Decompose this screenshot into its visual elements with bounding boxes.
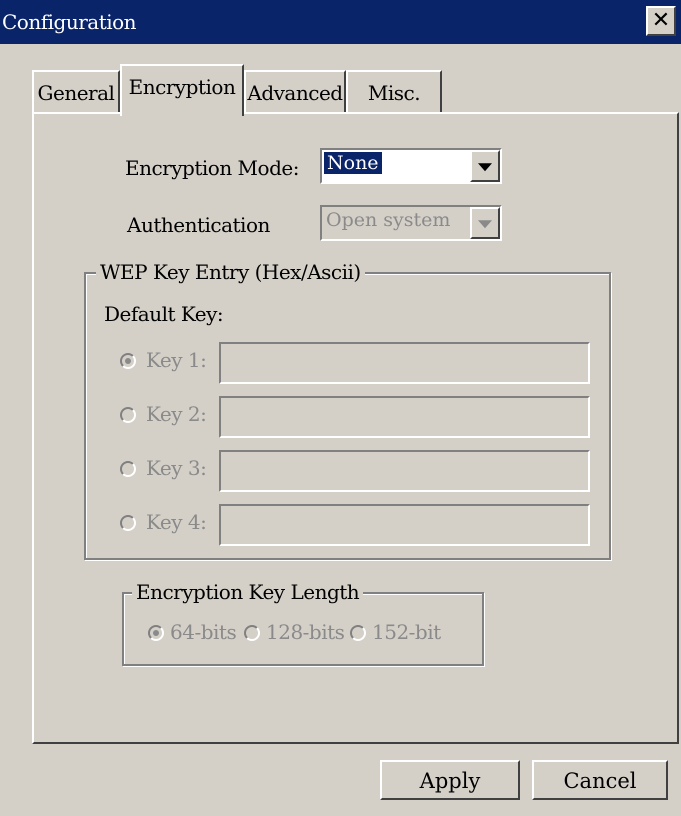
chevron-down-icon	[478, 163, 492, 172]
key-1-label: Key 1:	[146, 348, 207, 372]
tab-encryption[interactable]: Encryption	[120, 64, 244, 116]
key-4-field[interactable]	[219, 504, 590, 546]
close-icon: ✕	[651, 8, 671, 33]
key-length-128-label: 128-bits	[266, 620, 345, 644]
encryption-panel: Encryption Mode: None Authentication Ope…	[32, 112, 679, 744]
authentication-value: Open system	[326, 209, 451, 231]
dropdown-button[interactable]	[470, 150, 500, 182]
key-length-64-radio[interactable]	[148, 625, 164, 641]
key-length-152-radio[interactable]	[350, 625, 366, 641]
tab-label: General	[37, 81, 115, 105]
key-4-radio[interactable]	[120, 515, 136, 531]
encryption-mode-select[interactable]: None	[320, 148, 502, 184]
default-key-label: Default Key:	[104, 302, 224, 326]
key-3-radio[interactable]	[120, 461, 136, 477]
cancel-label: Cancel	[563, 769, 637, 793]
key-2-field[interactable]	[219, 396, 590, 438]
dropdown-button[interactable]	[470, 207, 500, 239]
key-2-label: Key 2:	[146, 402, 207, 426]
title-bar: Configuration ✕	[0, 0, 681, 44]
authentication-select[interactable]: Open system	[320, 205, 502, 241]
authentication-label: Authentication	[127, 213, 270, 237]
key-length-128-radio[interactable]	[244, 625, 260, 641]
key-1-field[interactable]	[219, 342, 590, 384]
wep-key-entry-group: WEP Key Entry (Hex/Ascii) Default Key: K…	[84, 260, 611, 560]
tab-label: Encryption	[128, 75, 236, 99]
key-length-64-label: 64-bits	[170, 620, 237, 644]
key-3-label: Key 3:	[146, 456, 207, 480]
tab-general[interactable]: General	[32, 70, 120, 114]
window-title: Configuration	[2, 10, 137, 34]
tab-label: Advanced	[247, 81, 343, 105]
encryption-mode-label: Encryption Mode:	[125, 156, 299, 180]
key-length-152-label: 152-bit	[372, 620, 441, 644]
wep-group-legend: WEP Key Entry (Hex/Ascii)	[96, 260, 365, 284]
cancel-button[interactable]: Cancel	[532, 760, 668, 800]
chevron-down-icon	[478, 220, 492, 229]
apply-button[interactable]: Apply	[380, 760, 520, 800]
encryption-mode-value: None	[324, 152, 382, 174]
key-1-radio[interactable]	[120, 353, 136, 369]
key-4-label: Key 4:	[146, 510, 207, 534]
key-length-group: Encryption Key Length 64-bits 128-bits 1…	[122, 580, 484, 666]
close-button[interactable]: ✕	[646, 6, 676, 36]
apply-label: Apply	[419, 769, 481, 793]
tab-label: Misc.	[367, 81, 421, 105]
tab-misc[interactable]: Misc.	[346, 70, 442, 114]
key-2-radio[interactable]	[120, 407, 136, 423]
key-length-legend: Encryption Key Length	[132, 580, 364, 604]
tab-advanced[interactable]: Advanced	[244, 70, 346, 114]
key-3-field[interactable]	[219, 450, 590, 492]
